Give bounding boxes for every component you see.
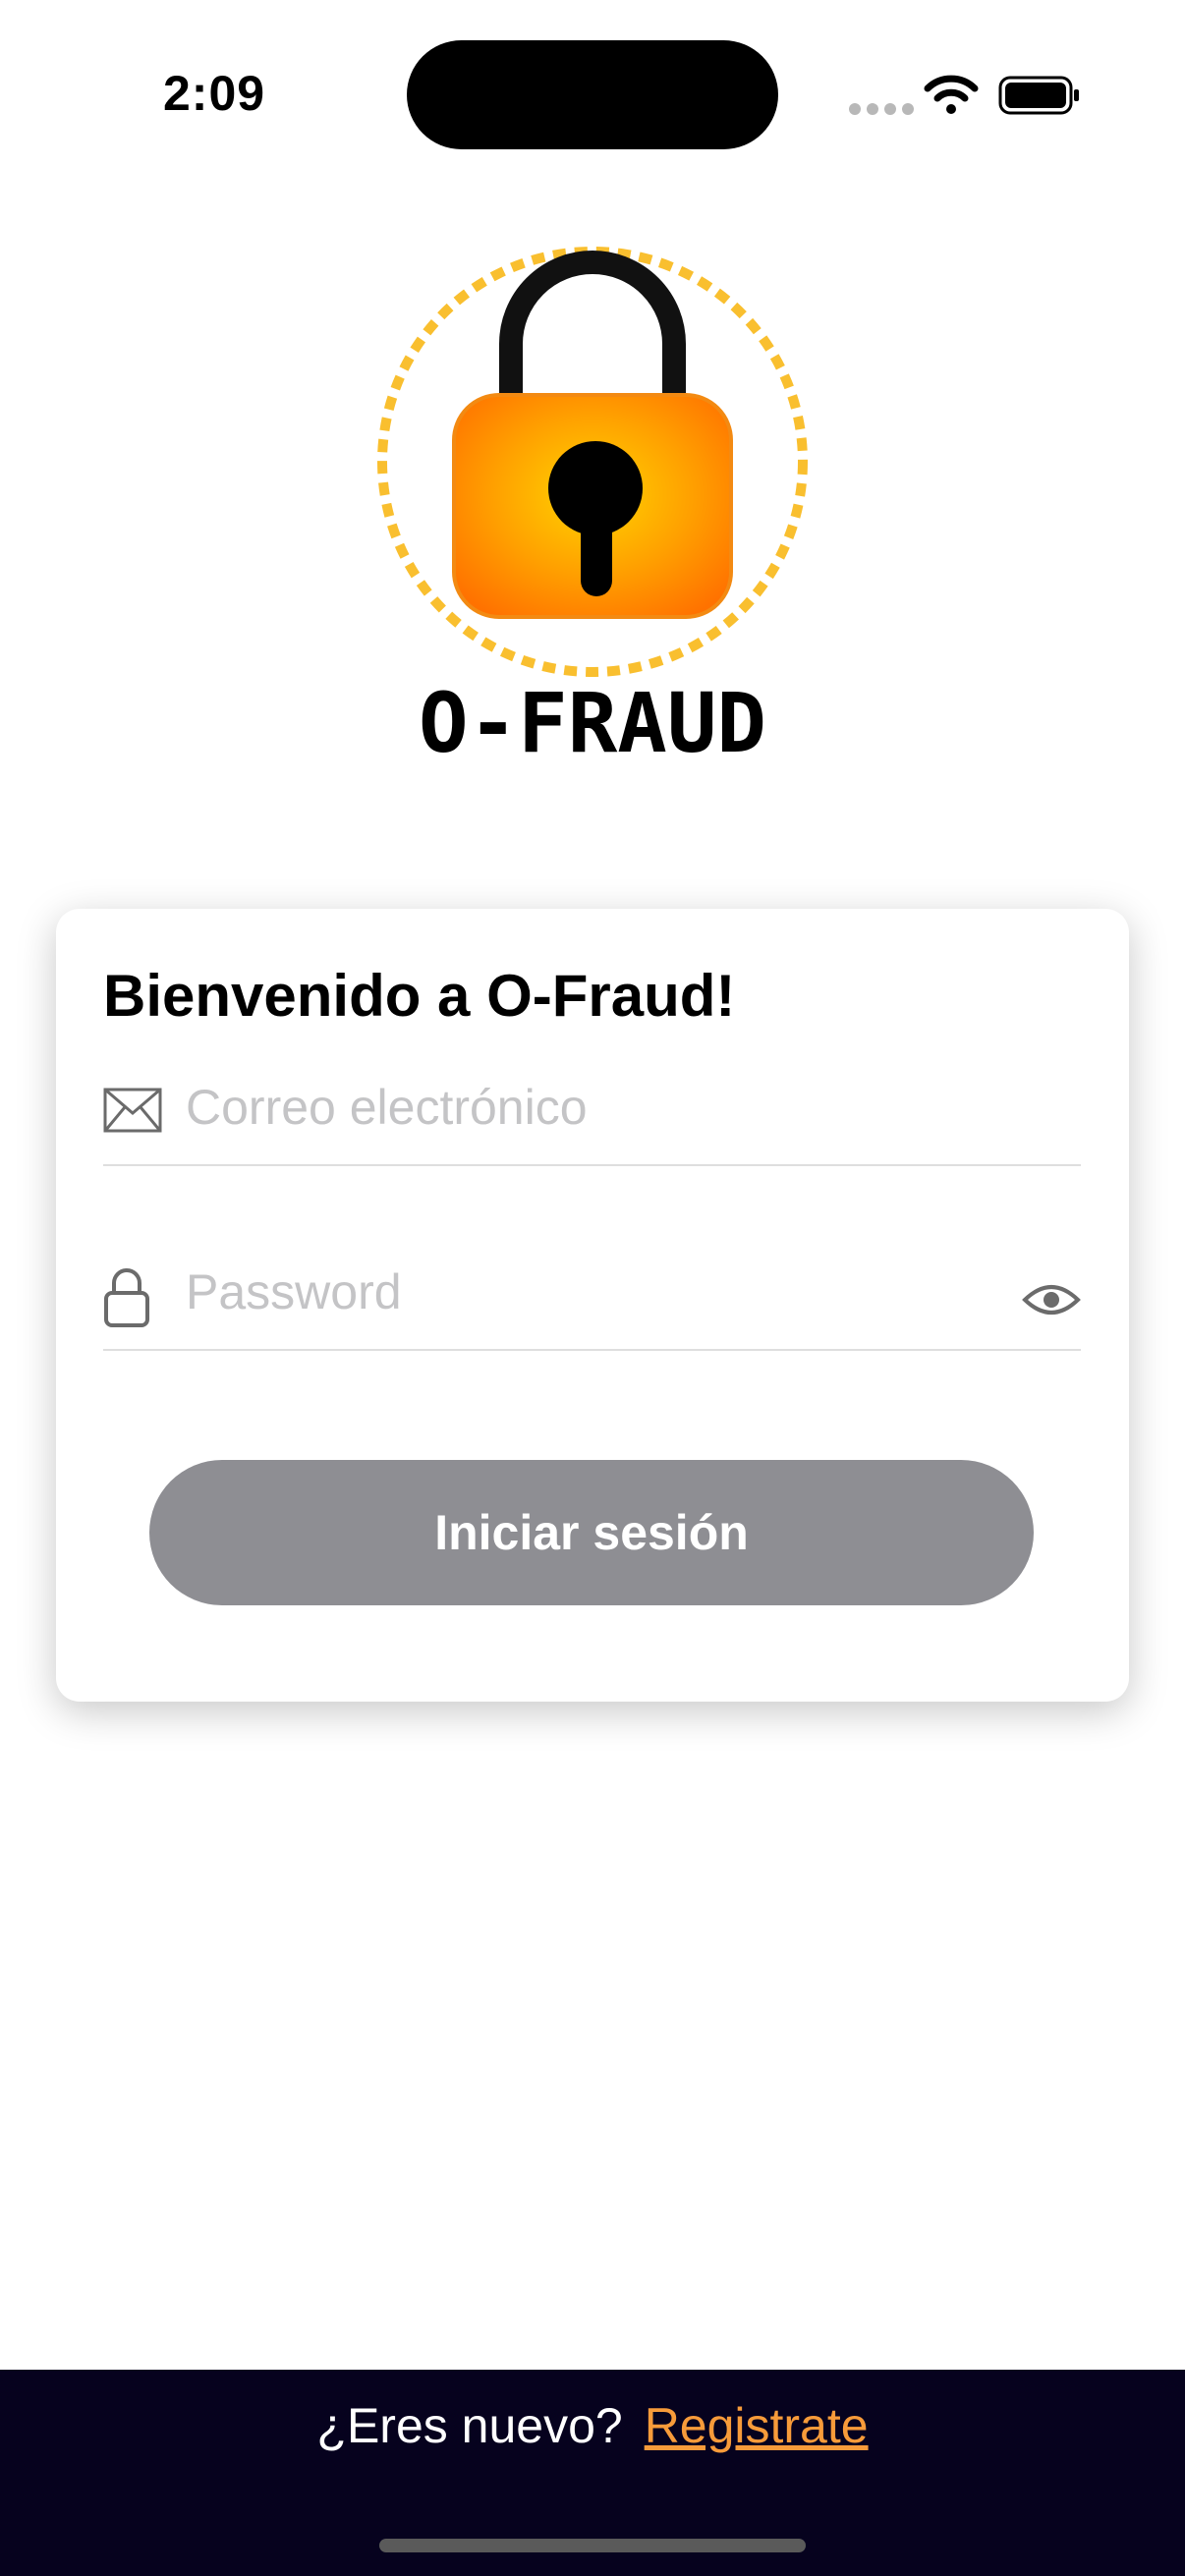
status-time: 2:09: [163, 66, 266, 121]
email-field: [103, 1056, 1081, 1166]
email-input[interactable]: [186, 1068, 972, 1147]
register-link[interactable]: Registrate: [645, 2398, 869, 2453]
lock-icon: [104, 1268, 149, 1327]
cellular-signal-icon: [849, 103, 914, 115]
login-card: Bienvenido a O-Fraud! Iniciar sesión: [56, 909, 1129, 1702]
wifi-icon: [924, 75, 979, 114]
home-indicator[interactable]: [379, 2539, 806, 2552]
register-prompt-row: ¿Eres nuevo? Registrate: [0, 2397, 1185, 2454]
login-screen: 2:09 O-FRAUD Bienvenido a O-Fraud! Corre…: [0, 0, 1185, 2576]
dynamic-island: [407, 40, 778, 149]
password-input[interactable]: [186, 1253, 972, 1331]
password-field: [103, 1241, 1081, 1351]
eye-icon[interactable]: [1022, 1280, 1081, 1319]
app-logo: O-FRAUD: [377, 247, 808, 766]
battery-icon: [998, 76, 1079, 115]
welcome-title: Bienvenido a O-Fraud!: [103, 963, 736, 1029]
logo-wordmark: O-FRAUD: [419, 675, 766, 766]
register-prompt: ¿Eres nuevo?: [316, 2398, 623, 2453]
mail-icon: [103, 1088, 162, 1133]
login-button[interactable]: Iniciar sesión: [149, 1460, 1034, 1605]
